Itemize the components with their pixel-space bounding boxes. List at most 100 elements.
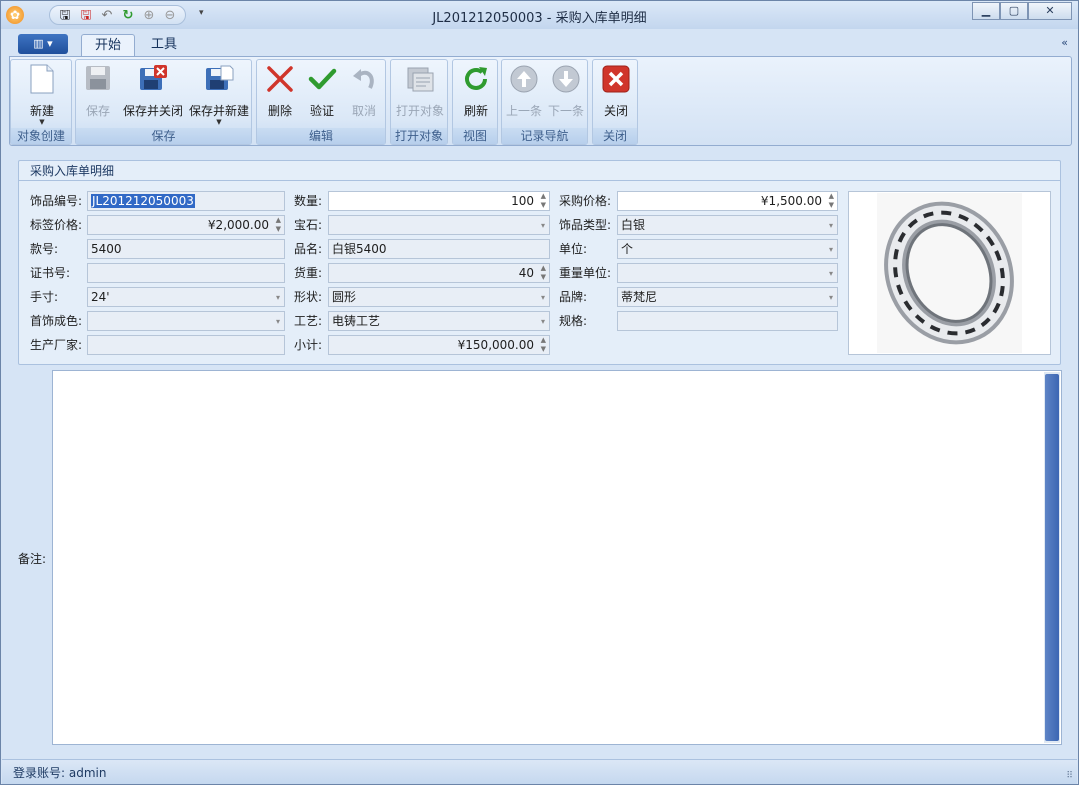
validate-button[interactable]: 验证: [303, 64, 341, 119]
jewelry-no-field[interactable]: JL201212050003: [87, 191, 285, 211]
checkmark-icon: [306, 64, 338, 96]
resize-grip-icon[interactable]: ⠿: [1066, 771, 1073, 781]
collapse-ribbon-icon[interactable]: «: [1061, 36, 1068, 49]
goods-weight-field[interactable]: 40 ▲ ▼: [328, 263, 550, 283]
gem-label: 宝石:: [294, 218, 323, 232]
spin-icon[interactable]: ▲ ▼: [541, 336, 546, 354]
jewelry-type-select[interactable]: 白银 ▾: [617, 215, 838, 235]
next-label: 下一条: [547, 104, 584, 118]
next-record-button[interactable]: 下一条: [546, 64, 586, 119]
quantity-label: 数量:: [294, 194, 323, 208]
ribbon-group-close: 关闭 关闭: [592, 59, 638, 145]
cert-no-field[interactable]: [87, 263, 285, 283]
spec-field[interactable]: [617, 311, 838, 331]
quantity-field[interactable]: 100 ▲ ▼: [328, 191, 550, 211]
memo-scrollbar[interactable]: [1044, 372, 1060, 743]
group-caption: 记录导航: [502, 128, 587, 144]
spin-icon[interactable]: ▲ ▼: [829, 192, 834, 210]
chevron-down-icon[interactable]: ▾: [276, 313, 280, 330]
chevron-down-icon[interactable]: ▾: [541, 313, 545, 330]
chevron-down-icon[interactable]: ▾: [829, 241, 833, 258]
app-menu-button[interactable]: ▥ ▾: [18, 34, 68, 54]
ribbon-tab-row: ▥ ▾ 开始 工具 «: [9, 32, 1072, 57]
chevron-down-icon[interactable]: ▾: [829, 217, 833, 234]
shape-select[interactable]: 圆形 ▾: [328, 287, 550, 307]
status-bar: 登录账号: admin ⠿: [2, 759, 1077, 784]
product-name-value: 白银5400: [332, 242, 387, 256]
ribbon-group-edit: 删除 验证 取消 编辑: [256, 59, 386, 145]
close-window-button[interactable]: ✕: [1028, 2, 1072, 20]
login-account-status: 登录账号: admin: [13, 766, 107, 780]
chevron-down-icon[interactable]: ▾: [276, 289, 280, 306]
ring-image: [877, 193, 1022, 353]
purchase-price-field[interactable]: ¥1,500.00 ▲ ▼: [617, 191, 838, 211]
previous-record-button[interactable]: 上一条: [504, 64, 544, 119]
tab-start[interactable]: 开始: [81, 34, 136, 57]
open-object-button[interactable]: 打开对象: [393, 64, 447, 119]
memo-textarea[interactable]: [52, 370, 1062, 745]
chevron-down-icon[interactable]: ▾: [829, 265, 833, 282]
save-new-label: 保存并新建: [188, 104, 249, 118]
craft-value: 电铸工艺: [332, 314, 381, 328]
subtotal-field[interactable]: ¥150,000.00 ▲ ▼: [328, 335, 550, 355]
close-label: 关闭: [603, 104, 628, 118]
manufacturer-label: 生产厂家:: [30, 338, 83, 352]
refresh-button[interactable]: 刷新: [456, 64, 496, 119]
hand-size-select[interactable]: 24' ▾: [87, 287, 285, 307]
save-and-new-button[interactable]: 保存并新建 ▼: [188, 64, 250, 126]
maximize-button[interactable]: ▢: [1000, 2, 1028, 20]
chevron-down-icon[interactable]: ▾: [541, 289, 545, 306]
spin-icon[interactable]: ▲ ▼: [276, 216, 281, 234]
spin-icon[interactable]: ▲ ▼: [541, 192, 546, 210]
ribbon-group-view: 刷新 视图: [452, 59, 498, 145]
save-label: 保存: [85, 104, 110, 118]
close-button[interactable]: 关闭: [596, 64, 636, 119]
scrollbar-thumb[interactable]: [1045, 374, 1059, 741]
goods-weight-value: 40: [518, 266, 534, 280]
ribbon-group-navigation: 上一条 下一条 记录导航: [501, 59, 588, 145]
group-caption: 打开对象: [391, 128, 447, 144]
weight-unit-label: 重量单位:: [559, 266, 612, 280]
hand-size-value: 24': [91, 290, 110, 304]
weight-unit-select[interactable]: ▾: [617, 263, 838, 283]
chevron-down-icon[interactable]: ▾: [829, 289, 833, 306]
minimize-button[interactable]: ▁: [972, 2, 1000, 20]
brand-select[interactable]: 蒂梵尼 ▾: [617, 287, 838, 307]
tab-tools[interactable]: 工具: [138, 34, 190, 57]
delete-label: 删除: [267, 104, 292, 118]
craft-label: 工艺:: [294, 314, 323, 328]
ribbon-group-create: 新建 ▼ 对象创建: [10, 59, 72, 145]
close-icon: [600, 64, 632, 96]
gem-select[interactable]: ▾: [328, 215, 550, 235]
save-button[interactable]: 保存: [80, 64, 116, 119]
quantity-value: 100: [511, 194, 534, 208]
new-button-label: 新建: [29, 104, 54, 118]
unit-value: 个: [621, 242, 634, 256]
tag-price-field[interactable]: ¥2,000.00 ▲ ▼: [87, 215, 285, 235]
style-no-label: 款号:: [30, 242, 59, 256]
delete-button[interactable]: 删除: [261, 64, 299, 119]
ribbon: 新建 ▼ 对象创建 保存 保存并关闭 保存并新建 ▼ 保存 删除 验证 取消 编…: [9, 56, 1072, 146]
group-caption: 关闭: [593, 128, 637, 144]
craft-select[interactable]: 电铸工艺 ▾: [328, 311, 550, 331]
chevron-down-icon[interactable]: ▾: [541, 217, 545, 234]
cert-no-label: 证书号:: [30, 266, 71, 280]
spin-icon[interactable]: ▲ ▼: [541, 264, 546, 282]
unit-label: 单位:: [559, 242, 588, 256]
save-and-close-button[interactable]: 保存并关闭: [122, 64, 184, 119]
style-no-field[interactable]: 5400: [87, 239, 285, 259]
jewelry-color-select[interactable]: ▾: [87, 311, 285, 331]
arrow-down-circle-icon: [550, 64, 582, 96]
product-name-field[interactable]: 白银5400: [328, 239, 550, 259]
manufacturer-field[interactable]: [87, 335, 285, 355]
save-new-icon: [203, 64, 235, 96]
purchase-price-label: 采购价格:: [559, 194, 612, 208]
product-photo[interactable]: [848, 191, 1051, 355]
subtotal-value: ¥150,000.00: [457, 338, 534, 352]
unit-select[interactable]: 个 ▾: [617, 239, 838, 259]
group-caption: 视图: [453, 128, 497, 144]
jewelry-type-value: 白银: [621, 218, 646, 232]
new-button[interactable]: 新建 ▼: [17, 64, 67, 126]
application-window: ✿ 🖫 🖫 ↶ ↻ ⊕ ⊖ ▾ JL201212050003 - 采购入库单明细…: [0, 0, 1079, 785]
cancel-button[interactable]: 取消: [345, 64, 383, 119]
